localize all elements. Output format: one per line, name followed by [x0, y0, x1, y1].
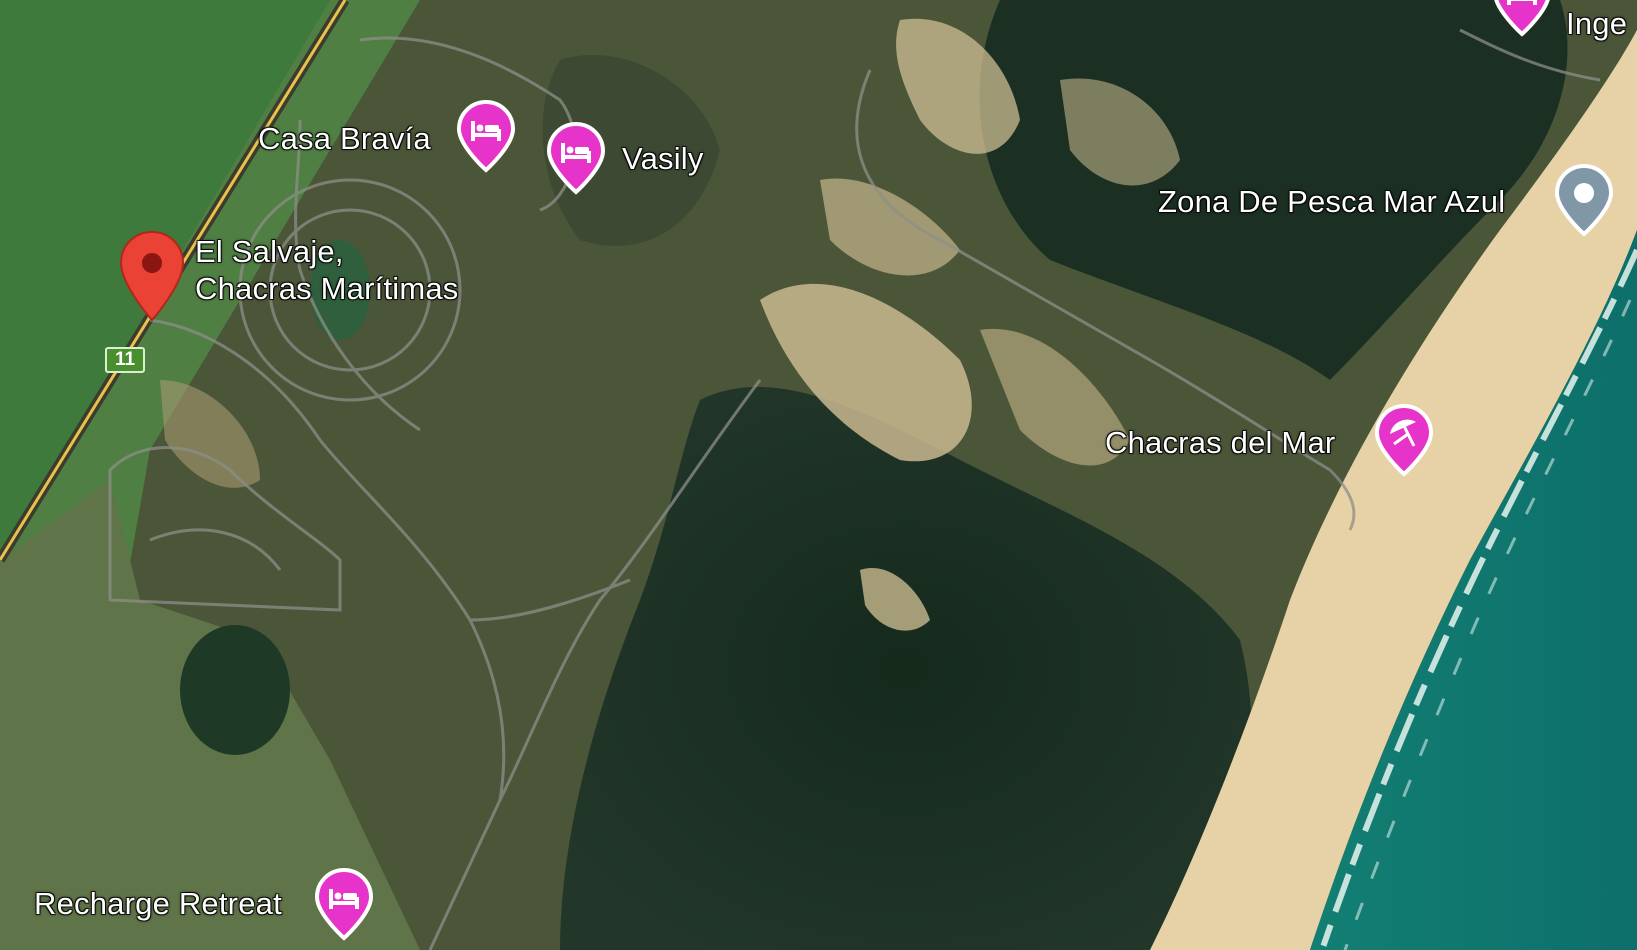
hotel-pin-casa-bravia[interactable]: [456, 99, 516, 173]
forest-patch-small: [180, 625, 290, 755]
beach-umbrella-icon: [1374, 403, 1434, 477]
bed-icon: [1494, 0, 1550, 37]
dot-pin-icon: [1554, 163, 1614, 237]
place-label-inge[interactable]: Inge: [1566, 5, 1627, 42]
place-label-chacras-del-mar[interactable]: Chacras del Mar: [1105, 424, 1335, 461]
bed-icon: [456, 99, 516, 173]
route-11-shield: 11: [105, 347, 145, 373]
place-label-vasily[interactable]: Vasily: [622, 140, 704, 177]
bed-icon: [314, 867, 374, 941]
beach-pin-chacras-del-mar[interactable]: [1374, 403, 1434, 477]
place-label-line-1: El Salvaje,: [195, 234, 344, 269]
place-label-zona-de-pesca[interactable]: Zona De Pesca Mar Azul: [1158, 183, 1505, 220]
bed-icon: [546, 121, 606, 195]
place-label-el-salvaje[interactable]: El Salvaje, Chacras Marítimas: [195, 233, 459, 307]
selected-location-pin[interactable]: [118, 230, 186, 322]
poi-pin-zona-de-pesca[interactable]: [1554, 163, 1614, 237]
hotel-pin-vasily[interactable]: [546, 121, 606, 195]
hotel-pin-inge[interactable]: [1492, 0, 1552, 37]
place-label-recharge-retreat[interactable]: Recharge Retreat: [34, 885, 282, 922]
place-label-line-2: Chacras Marítimas: [195, 271, 459, 307]
place-label-casa-bravia[interactable]: Casa Bravía: [258, 120, 431, 157]
red-pin-icon: [119, 230, 185, 322]
hotel-pin-recharge-retreat[interactable]: [314, 867, 374, 941]
